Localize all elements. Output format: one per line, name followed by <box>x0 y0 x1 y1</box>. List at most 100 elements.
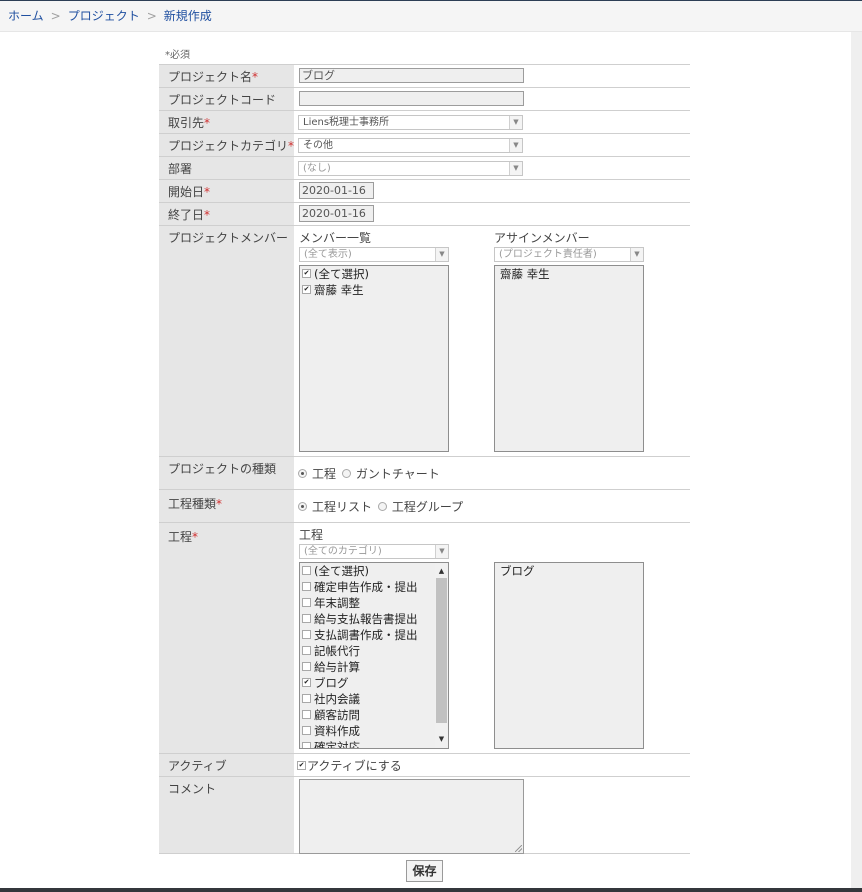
scroll-down-arrow-icon[interactable]: ▼ <box>435 733 448 746</box>
list-item-label: ブログ <box>314 676 349 690</box>
label-text: 工程 <box>168 530 193 544</box>
selected-process-list[interactable]: ブログ <box>494 562 644 749</box>
radio-selected-icon[interactable] <box>298 502 307 511</box>
label-text: 開始日 <box>168 185 205 199</box>
radio-label[interactable]: ガントチャート <box>356 467 440 481</box>
required-mark: * <box>204 116 211 130</box>
scrollbar-thumb[interactable] <box>436 578 447 723</box>
row-end-date: 終了日* 2020-01-16 <box>159 202 690 225</box>
save-button[interactable]: 保存 <box>406 860 443 882</box>
list-item[interactable]: 資料作成 <box>300 723 448 739</box>
page-scroll-gutter <box>851 32 862 888</box>
checkbox-icon[interactable] <box>302 726 311 735</box>
process-cell: 工程 (全てのカテゴリ) ▼ (全て選択) 確定申告作成・提出 年末調整 給与支払… <box>294 523 690 753</box>
checkbox-icon[interactable] <box>302 630 311 639</box>
active-checkbox-label[interactable]: アクティブにする <box>307 759 402 773</box>
project-name-label: プロジェクト名* <box>159 65 294 87</box>
list-item[interactable]: ブログ <box>495 563 643 579</box>
assign-filter-select[interactable]: (プロジェクト責任者) ▼ <box>494 247 644 262</box>
checkbox-icon[interactable] <box>302 598 311 607</box>
process-list-scrollbar[interactable]: ▲ ▼ <box>435 563 448 748</box>
comment-label: コメント <box>159 777 294 853</box>
client-label: 取引先* <box>159 111 294 133</box>
list-item-label: 給与支払報告書提出 <box>314 612 418 626</box>
checkbox-icon[interactable] <box>302 662 311 671</box>
label-text: プロジェクト名 <box>168 70 253 84</box>
client-select[interactable]: Liens税理士事務所 ▼ <box>298 115 523 130</box>
breadcrumb-home-link[interactable]: ホーム <box>8 9 44 23</box>
checkbox-icon[interactable] <box>302 646 311 655</box>
chevron-down-icon: ▼ <box>630 248 643 261</box>
list-item[interactable]: 年末調整 <box>300 595 448 611</box>
checkbox-icon[interactable] <box>302 710 311 719</box>
label-text: 工程種類 <box>168 497 217 511</box>
checkbox-checked-icon[interactable] <box>302 678 311 687</box>
project-type-label: プロジェクトの種類 <box>159 457 294 489</box>
checkbox-checked-icon[interactable] <box>302 285 311 294</box>
breadcrumb-new-link[interactable]: 新規作成 <box>164 9 212 23</box>
department-select-value: (なし) <box>303 163 331 174</box>
radio-label[interactable]: 工程 <box>312 467 336 481</box>
member-filter-select[interactable]: (全て表示) ▼ <box>299 247 449 262</box>
checkbox-icon[interactable] <box>302 582 311 591</box>
process-type-radios: 工程リスト 工程グループ <box>296 498 463 515</box>
active-label: アクティブ <box>159 754 294 776</box>
list-item[interactable]: 確定申告作成・提出 <box>300 579 448 595</box>
category-select[interactable]: その他 ▼ <box>298 138 523 153</box>
assigned-member-list[interactable]: 齋藤 幸生 <box>494 265 644 452</box>
row-project-name: プロジェクト名* ブログ <box>159 64 690 87</box>
process-filter-value: (全てのカテゴリ) <box>304 546 382 557</box>
list-item-label: 確定申告作成・提出 <box>314 580 418 594</box>
label-text: 終了日 <box>168 208 205 222</box>
project-code-input[interactable] <box>299 91 524 106</box>
active-checkbox-line[interactable]: アクティブにする <box>297 757 402 774</box>
list-item[interactable]: 支払調書作成・提出 <box>300 627 448 643</box>
list-item[interactable]: 給与計算 <box>300 659 448 675</box>
list-item[interactable]: 齋藤 幸生 <box>300 282 448 298</box>
row-category: プロジェクトカテゴリ* その他 ▼ <box>159 133 690 156</box>
radio-label[interactable]: 工程リスト <box>312 500 372 514</box>
checkbox-icon[interactable] <box>302 742 311 748</box>
radio-selected-icon[interactable] <box>298 469 307 478</box>
end-date-label: 終了日* <box>159 203 294 225</box>
scroll-up-arrow-icon[interactable]: ▲ <box>435 565 448 578</box>
required-mark: * <box>204 185 211 199</box>
radio-unselected-icon[interactable] <box>377 502 387 511</box>
list-item[interactable]: (全て選択) <box>300 266 448 282</box>
start-date-input[interactable]: 2020-01-16 <box>299 182 374 199</box>
list-item[interactable]: (全て選択) <box>300 563 448 579</box>
resize-grip-icon[interactable] <box>515 845 522 852</box>
list-item[interactable]: 記帳代行 <box>300 643 448 659</box>
checkbox-checked-icon[interactable] <box>297 761 306 770</box>
project-name-input[interactable]: ブログ <box>299 68 524 83</box>
list-item-label: 齋藤 幸生 <box>314 283 364 297</box>
comment-textarea[interactable] <box>299 779 524 854</box>
process-list[interactable]: (全て選択) 確定申告作成・提出 年末調整 給与支払報告書提出 支払調書作成・提… <box>299 562 449 749</box>
label-text: 取引先 <box>168 116 205 130</box>
department-cell: (なし) ▼ <box>294 157 690 179</box>
breadcrumb-project-link[interactable]: プロジェクト <box>68 9 140 23</box>
department-label: 部署 <box>159 157 294 179</box>
member-list[interactable]: (全て選択) 齋藤 幸生 <box>299 265 449 452</box>
checkbox-icon[interactable] <box>302 566 311 575</box>
list-item-label: 資料作成 <box>314 724 360 738</box>
checkbox-icon[interactable] <box>302 614 311 623</box>
department-select[interactable]: (なし) ▼ <box>298 161 523 176</box>
list-item-label: 年末調整 <box>314 596 360 610</box>
assign-filter-value: (プロジェクト責任者) <box>499 249 597 260</box>
list-item[interactable]: ブログ <box>300 675 448 691</box>
start-date-label: 開始日* <box>159 180 294 202</box>
radio-label[interactable]: 工程グループ <box>392 500 463 514</box>
end-date-input[interactable]: 2020-01-16 <box>299 205 374 222</box>
list-item[interactable]: 顧客訪問 <box>300 707 448 723</box>
radio-unselected-icon[interactable] <box>341 469 351 478</box>
list-item[interactable]: 齋藤 幸生 <box>495 266 643 282</box>
checkbox-icon[interactable] <box>302 694 311 703</box>
list-item[interactable]: 確定対応 <box>300 739 448 748</box>
list-item[interactable]: 給与支払報告書提出 <box>300 611 448 627</box>
checkbox-checked-icon[interactable] <box>302 269 311 278</box>
chevron-down-icon: ▼ <box>509 139 522 152</box>
list-item[interactable]: 社内会議 <box>300 691 448 707</box>
row-department: 部署 (なし) ▼ <box>159 156 690 179</box>
process-filter-select[interactable]: (全てのカテゴリ) ▼ <box>299 544 449 559</box>
